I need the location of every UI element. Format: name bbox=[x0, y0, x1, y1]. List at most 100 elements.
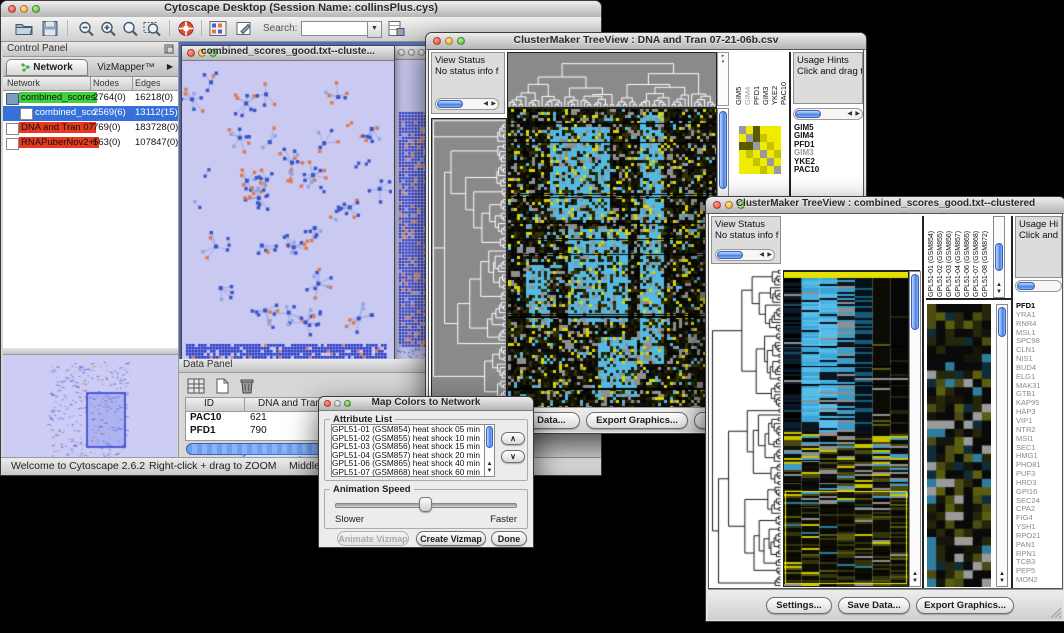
export-graphics-button[interactable]: Export Graphics... bbox=[916, 597, 1014, 614]
speed-slider-thumb[interactable] bbox=[419, 497, 432, 512]
search-input[interactable] bbox=[301, 21, 369, 36]
birdseye-view-panel[interactable] bbox=[3, 355, 178, 464]
matrix-cell[interactable] bbox=[739, 150, 746, 158]
tv2-usage-scrollbar[interactable] bbox=[1015, 280, 1062, 292]
scroll-left-icon[interactable]: ◀ bbox=[483, 100, 488, 109]
network-window-1[interactable]: combined_scores_good.txt--cluste... bbox=[181, 45, 395, 368]
matrix-cell[interactable] bbox=[739, 142, 746, 150]
tab-vizmapper[interactable]: VizMapper™ bbox=[90, 59, 162, 76]
main-titlebar[interactable]: Cytoscape Desktop (Session Name: collins… bbox=[1, 1, 601, 18]
column-gene-label[interactable]: GIM5 bbox=[734, 53, 743, 105]
matrix-cell[interactable] bbox=[739, 126, 746, 134]
tv1-heatmap-canvas[interactable] bbox=[507, 108, 717, 408]
column-gene-label[interactable]: PFD1 bbox=[752, 53, 761, 105]
tv1-status-scrollbar[interactable]: ◀ ▶ bbox=[435, 98, 499, 110]
tab-overflow-button[interactable]: ▶ bbox=[162, 57, 178, 76]
network-table-row[interactable]: combined_sco2569(6)13112(15) bbox=[3, 106, 178, 121]
export-graphics-button[interactable]: Export Graphics... bbox=[586, 412, 688, 429]
tv2-heatmap-vscrollbar[interactable]: ▲▼ bbox=[909, 271, 921, 587]
column-gene-label[interactable]: GIM4 bbox=[743, 53, 752, 105]
matrix-cell[interactable] bbox=[746, 158, 753, 166]
matrix-cell[interactable] bbox=[753, 150, 760, 158]
attribute-list-item[interactable]: GPL51-07 (GSM868) heat shock 60 min bbox=[332, 468, 484, 477]
array-column-label[interactable]: GPL51-07 (GSM868) bbox=[973, 217, 980, 297]
matrix-cell[interactable] bbox=[739, 134, 746, 142]
network-grid-icon[interactable] bbox=[209, 20, 227, 37]
matrix-cell[interactable] bbox=[774, 142, 781, 150]
network-table-row[interactable]: DNA and Tran 07769(0)183728(0) bbox=[3, 121, 178, 136]
matrix-cell[interactable] bbox=[767, 126, 774, 134]
animate-vizmap-button[interactable]: Animate Vizmap bbox=[337, 531, 409, 546]
matrix-cell[interactable] bbox=[774, 134, 781, 142]
matrix-cell[interactable] bbox=[753, 158, 760, 166]
array-column-label[interactable]: GPL51-01 (GSM854) bbox=[928, 217, 935, 297]
open-session-icon[interactable] bbox=[15, 20, 33, 37]
network-table-row[interactable]: combined_scores2764(0)16218(0) bbox=[3, 91, 178, 106]
col-nodes[interactable]: Nodes bbox=[93, 78, 119, 88]
matrix-cell[interactable] bbox=[760, 150, 767, 158]
tab-network[interactable]: Network bbox=[6, 59, 88, 76]
column-gene-label[interactable]: YKE2 bbox=[770, 53, 779, 105]
array-column-label[interactable]: GPL51-06 (GSM865) bbox=[964, 217, 971, 297]
settings-button[interactable]: Settings... bbox=[766, 597, 832, 614]
tv2-row-dendrogram-canvas[interactable] bbox=[711, 269, 781, 587]
matrix-cell[interactable] bbox=[746, 150, 753, 158]
scroll-arrows[interactable]: ▲▼ bbox=[997, 571, 1007, 585]
matrix-cell[interactable] bbox=[753, 126, 760, 134]
network-view-canvas-1[interactable] bbox=[182, 61, 392, 367]
network-table-row[interactable]: RNAPuberNov2+I563(0)107847(0) bbox=[3, 136, 178, 151]
resize-grip[interactable] bbox=[1049, 606, 1061, 618]
matrix-cell[interactable] bbox=[753, 142, 760, 150]
move-attribute-up-button[interactable]: ∧ bbox=[501, 432, 525, 445]
col-network[interactable]: Network bbox=[7, 78, 40, 88]
column-gene-label[interactable]: PAC10 bbox=[779, 53, 787, 105]
birdseye-canvas[interactable] bbox=[3, 355, 177, 463]
matrix-cell[interactable] bbox=[739, 166, 746, 174]
scroll-arrows[interactable]: ▲▼ bbox=[994, 282, 1004, 296]
tv1-titlebar[interactable]: ClusterMaker TreeView : DNA and Tran 07-… bbox=[426, 33, 866, 50]
matrix-cell[interactable] bbox=[746, 166, 753, 174]
scroll-right-icon[interactable]: ▶ bbox=[767, 251, 772, 260]
panel-splitter[interactable] bbox=[3, 348, 178, 355]
search-dropdown-button[interactable]: ▼ bbox=[367, 21, 382, 38]
tv2-right-divider[interactable] bbox=[1011, 216, 1013, 588]
column-gene-label[interactable]: GIM3 bbox=[761, 53, 770, 105]
matrix-cell[interactable] bbox=[774, 166, 781, 174]
minimize-button[interactable] bbox=[408, 49, 415, 56]
tv2-heatmap-canvas[interactable] bbox=[783, 271, 909, 587]
tv1-row-dendrogram-canvas[interactable] bbox=[431, 118, 507, 408]
tv2-pane-divider[interactable] bbox=[922, 216, 924, 588]
matrix-cell[interactable] bbox=[774, 126, 781, 134]
matrix-cell[interactable] bbox=[767, 142, 774, 150]
matrix-cell[interactable] bbox=[774, 150, 781, 158]
array-column-label[interactable]: GPL51-02 (GSM855) bbox=[937, 217, 944, 297]
zoom-out-icon[interactable] bbox=[77, 20, 95, 37]
matrix-cell[interactable] bbox=[746, 126, 753, 134]
row-gene-label[interactable]: PAC10 bbox=[794, 166, 863, 174]
array-column-label[interactable]: GPL51-03 (GSM856) bbox=[946, 217, 953, 297]
gene-label[interactable]: MON2 bbox=[1016, 576, 1062, 585]
tv2-collabel-vscrollbar[interactable]: ▲▼ bbox=[993, 216, 1005, 298]
zoom-button[interactable] bbox=[418, 49, 425, 56]
matrix-cell[interactable] bbox=[753, 134, 760, 142]
zoom-selected-icon[interactable] bbox=[121, 20, 139, 37]
matrix-cell[interactable] bbox=[767, 158, 774, 166]
import-table-icon[interactable] bbox=[387, 20, 405, 37]
array-column-label[interactable]: GPL51-08 (GSM872) bbox=[982, 217, 989, 297]
done-button[interactable]: Done bbox=[491, 531, 527, 546]
matrix-cell[interactable] bbox=[746, 134, 753, 142]
tv1-strip-arrows[interactable]: ▸▾ bbox=[717, 52, 729, 106]
scroll-right-icon[interactable]: ▶ bbox=[855, 110, 860, 119]
dp-col-id[interactable]: ID bbox=[204, 398, 214, 409]
matrix-cell[interactable] bbox=[753, 166, 760, 174]
matrix-cell[interactable] bbox=[746, 142, 753, 150]
matrix-cell[interactable] bbox=[760, 166, 767, 174]
tv2-status-scrollbar[interactable]: ◀ ▶ bbox=[715, 249, 775, 261]
col-edges[interactable]: Edges bbox=[135, 78, 161, 88]
matrix-cell[interactable] bbox=[774, 158, 781, 166]
move-attribute-down-button[interactable]: ∨ bbox=[501, 450, 525, 463]
save-data-button[interactable]: Save Data... bbox=[838, 597, 910, 614]
tv2-titlebar[interactable]: ClusterMaker TreeView : combined_scores_… bbox=[706, 197, 1064, 214]
matrix-cell[interactable] bbox=[760, 158, 767, 166]
scroll-arrows[interactable]: ▲▼ bbox=[910, 571, 920, 585]
